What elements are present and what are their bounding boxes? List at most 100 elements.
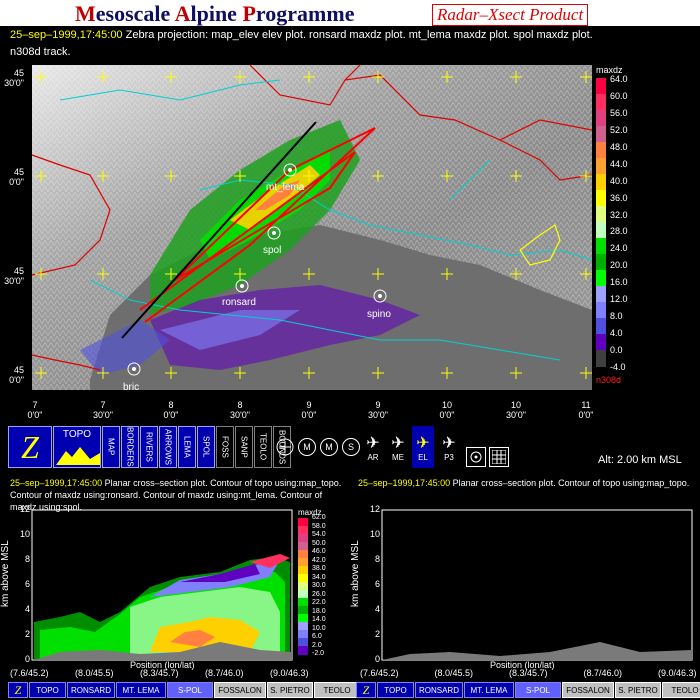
- right-panel-desc-1: Planar cross–section plot. Contour of to…: [452, 478, 690, 488]
- bottom-button-ronsard[interactable]: RONSARD: [67, 682, 115, 698]
- mountain-icon: [56, 447, 100, 465]
- lema-toggle-button[interactable]: LEMA: [178, 426, 196, 468]
- colorbar-tick-label: 36.0: [610, 192, 628, 203]
- bottom-button-mt-lema[interactable]: MT. LEMA: [116, 682, 166, 698]
- right-yticks: 12 10 8 6 4 2 0: [364, 502, 380, 672]
- lon-label: 8 0'0": [157, 400, 185, 420]
- colorbar-tick-label: 20.0: [610, 260, 628, 271]
- bottom-button-topo[interactable]: TOPO: [377, 682, 414, 698]
- grid-icon-button[interactable]: [489, 447, 509, 467]
- airplane-icon: ✈: [442, 434, 456, 452]
- bottom-button-s-pietro[interactable]: S. PIETRO: [615, 682, 661, 698]
- x-tick-label: (8.0/45.5): [75, 668, 114, 678]
- teolo-toggle-button[interactable]: TEOLO: [254, 426, 272, 468]
- lon-labels: 7 0'0" 7 30'0" 8 0'0" 8 30'0" 9 0'0" 9 30'0" 10 0'0" 1…: [0, 400, 700, 424]
- lon-label: 9 30'0": [364, 400, 392, 420]
- spol-toggle-button[interactable]: SPOL: [197, 426, 215, 468]
- aircraft-el-label: EL: [418, 452, 428, 462]
- bottom-button-z[interactable]: Z: [356, 682, 376, 698]
- lon-label: 8 30'0": [226, 400, 254, 420]
- map-toggle-button[interactable]: MAP: [102, 426, 120, 468]
- x-tick-label: (7.6/45.2): [10, 668, 49, 678]
- bottom-button-teolo[interactable]: TEOLO: [314, 682, 360, 698]
- lon-label-deg: 7: [32, 400, 38, 410]
- y-tick-label: 10: [369, 529, 380, 539]
- y-tick-label: 12: [19, 504, 30, 514]
- left-yticks: 12 10 8 6 4 2 0: [14, 502, 30, 672]
- bottom-button-ronsard[interactable]: RONSARD: [415, 682, 463, 698]
- y-tick-label: 12: [369, 504, 380, 514]
- lon-label-min: 0'0": [163, 410, 179, 420]
- topo-button[interactable]: TOPO: [53, 426, 101, 468]
- bottom-button-z[interactable]: Z: [8, 682, 28, 698]
- colorbar-tick-label: 60.0: [610, 90, 628, 101]
- title-word-alpine: lpine: [190, 1, 243, 26]
- bottom-button-fossalon[interactable]: FOSSALON: [562, 682, 614, 698]
- foss-toggle-button[interactable]: FOSS: [216, 426, 234, 468]
- lon-label: 7 30'0": [89, 400, 117, 420]
- banner-title: Mesoscale Alpine Programme: [75, 1, 354, 27]
- bottom-button-topo[interactable]: TOPO: [29, 682, 66, 698]
- right-ylabel: km above MSL: [350, 540, 361, 607]
- map-plot[interactable]: mt_lema spol ronsard spino bric 45 30'0" …: [0, 60, 700, 420]
- right-cross-section[interactable]: km above MSL 12 10 8 6 4 2 0 Position (lon/lat…: [350, 502, 700, 682]
- bottom-button-mt-lema[interactable]: MT. LEMA: [464, 682, 514, 698]
- colorbar-tick-label: -4.0: [610, 362, 626, 372]
- bottom-button-teolo[interactable]: TEOLO: [662, 682, 700, 698]
- colorbar-swatch: [596, 126, 606, 143]
- m-radar-button-1[interactable]: M: [296, 426, 318, 468]
- lon-label: 10 30'0": [502, 400, 530, 420]
- bottom-button-s-pol[interactable]: S-POL: [167, 682, 213, 698]
- radar-dish-icon: [276, 438, 294, 456]
- y-tick-label: 0: [24, 654, 30, 664]
- colorbar-tick-label: 26.0: [312, 590, 326, 598]
- left-cross-section[interactable]: km above MSL maxdz 62.0 58.0 54.0 50.0 46.0 4…: [0, 502, 350, 682]
- right-topo: [382, 642, 692, 660]
- x-tick-label: (7.6/45.2): [360, 668, 399, 678]
- station-label-spol: spol: [263, 245, 282, 256]
- rivers-toggle-button[interactable]: RIVERS: [140, 426, 158, 468]
- lon-label-min: 30'0": [368, 410, 388, 420]
- zebra-logo-button[interactable]: Z: [8, 426, 52, 468]
- colorbar-swatch: [596, 254, 606, 271]
- colorbar-tick-label: 56.0: [610, 107, 628, 118]
- lon-label-deg: 11: [581, 400, 591, 410]
- aircraft-p3-button[interactable]: ✈ P3: [438, 426, 460, 468]
- s-radar-button[interactable]: S: [340, 426, 362, 468]
- bottom-button-s-pol[interactable]: S-POL: [515, 682, 561, 698]
- x-tick-label: (8.0/45.5): [434, 668, 474, 678]
- aircraft-ar-button[interactable]: ✈ AR: [362, 426, 384, 468]
- y-tick-label: 4: [374, 604, 380, 614]
- bottom-button-fossalon[interactable]: FOSSALON: [214, 682, 266, 698]
- track-label: n308d: [596, 375, 622, 385]
- lon-label-deg: 9: [375, 400, 381, 410]
- colorbar-tick-label: 16.0: [610, 277, 628, 288]
- topo-button-label: TOPO: [62, 429, 92, 440]
- left-colorbar: [298, 518, 308, 655]
- target-icon-button[interactable]: [466, 447, 486, 467]
- grid-icon: [492, 450, 506, 464]
- map-description-line2: n308d track.: [10, 46, 71, 58]
- aircraft-ar-label: AR: [367, 452, 379, 462]
- left-colorbar-ticks: 62.0 58.0 54.0 50.0 46.0 42.0 38.0 34.0 30.0 26.0…: [312, 514, 346, 659]
- bottom-button-s-pietro[interactable]: S. PIETRO: [267, 682, 313, 698]
- aircraft-me-button[interactable]: ✈ ME: [387, 426, 409, 468]
- lon-label-deg: 10: [441, 400, 452, 410]
- y-tick-label: 6: [24, 579, 30, 589]
- colorbar-swatch: [596, 206, 606, 223]
- colorbar-tick-label: 22.0: [312, 599, 326, 606]
- colorbar-swatch: [596, 78, 606, 95]
- map-svg: [31, 64, 593, 390]
- m-radar-button-2[interactable]: M: [318, 426, 340, 468]
- lat-label: 45 0'0": [9, 365, 24, 385]
- arrows-toggle-button[interactable]: ARROWS: [159, 426, 177, 468]
- sanp-toggle-button[interactable]: SANP: [235, 426, 253, 468]
- aircraft-el-button[interactable]: ✈ EL: [412, 426, 434, 468]
- radar-icon-button[interactable]: [274, 426, 296, 468]
- colorbar-tick-label: 44.0: [610, 158, 628, 169]
- y-tick-label: 8: [374, 554, 380, 564]
- x-tick-label: (8.7/46.0): [583, 668, 623, 678]
- colorbar-tick-label: 10.0: [312, 624, 326, 632]
- colorbar-tick-label: 42.0: [312, 556, 326, 564]
- borders-toggle-button[interactable]: BORDERS: [121, 426, 139, 468]
